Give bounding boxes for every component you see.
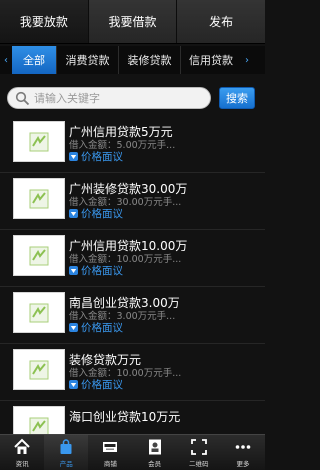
nav-qrcode[interactable]: 二维码 (177, 435, 221, 470)
item-price-label: 价格面议 (81, 322, 123, 334)
search-box[interactable] (7, 87, 211, 109)
item-thumbnail (13, 121, 65, 162)
category-credit-loan[interactable]: 信用贷款 (180, 46, 241, 74)
down-arrow-icon (69, 323, 78, 332)
loan-list: 广州信用贷款5万元 借入金额：5.00万元手... 价格面议 广州装修贷款30.… (0, 116, 265, 434)
item-price: 价格面议 (69, 149, 123, 164)
home-icon (13, 438, 31, 456)
list-item[interactable]: 广州装修贷款30.00万 借入金额：30.00万元手... 价格面议 (0, 173, 265, 230)
logo-placeholder-icon (29, 303, 49, 322)
category-renovation-loan[interactable]: 装修贷款 (118, 46, 180, 74)
tab-borrow[interactable]: 我要借款 (88, 0, 178, 43)
category-all[interactable]: 全部 (12, 46, 56, 74)
item-price: 价格面议 (69, 377, 123, 392)
search-row: 搜索 (0, 80, 265, 114)
item-title: 海口创业贷款10万元 (69, 410, 181, 424)
item-price-label: 价格面议 (81, 208, 123, 220)
nav-more[interactable]: 更多 (221, 435, 265, 470)
nav-label: 产品 (59, 460, 73, 468)
list-item[interactable]: 南昌创业贷款3.00万 借入金额：3.00万元手... 价格面议 (0, 287, 265, 344)
bottom-nav: 资讯 产品 商铺 会员 二维码 更多 (0, 434, 265, 470)
item-price: 价格面议 (69, 206, 123, 221)
list-item[interactable]: 广州信用贷款10.00万 借入金额：10.00万元手... 价格面议 (0, 230, 265, 287)
member-icon (146, 438, 164, 456)
qrcode-icon (190, 438, 208, 456)
item-price: 价格面议 (69, 263, 123, 278)
nav-label: 资讯 (15, 460, 29, 468)
category-consumer-loan[interactable]: 消费贷款 (56, 46, 118, 74)
scroll-left-arrow-icon[interactable]: ‹ (0, 46, 12, 74)
nav-member[interactable]: 会员 (133, 435, 177, 470)
item-thumbnail (13, 406, 65, 434)
down-arrow-icon (69, 152, 78, 161)
tab-lend[interactable]: 我要放款 (0, 0, 89, 43)
shop-icon (101, 438, 119, 456)
nav-label: 二维码 (189, 460, 209, 468)
logo-placeholder-icon (29, 246, 49, 265)
item-thumbnail (13, 292, 65, 333)
logo-placeholder-icon (29, 360, 49, 379)
nav-label: 更多 (236, 460, 250, 468)
nav-news[interactable]: 资讯 (0, 435, 44, 470)
list-item[interactable]: 装修贷款万元 借入金额：10.00万元手... 价格面议 (0, 344, 265, 401)
item-price: 价格面议 (69, 320, 123, 335)
list-item[interactable]: 广州信用贷款5万元 借入金额：5.00万元手... 价格面议 (0, 116, 265, 173)
top-tab-bar: 我要放款 我要借款 发布 (0, 0, 266, 44)
down-arrow-icon (69, 209, 78, 218)
nav-label: 商铺 (103, 460, 117, 468)
tab-publish[interactable]: 发布 (177, 0, 266, 43)
search-icon (15, 91, 30, 106)
product-bag-icon (57, 438, 75, 456)
down-arrow-icon (69, 266, 78, 275)
list-item[interactable]: 海口创业贷款10万元 (0, 401, 265, 434)
item-price-label: 价格面议 (81, 265, 123, 277)
item-price-label: 价格面议 (81, 151, 123, 163)
nav-label: 会员 (148, 460, 162, 468)
item-thumbnail (13, 349, 65, 390)
search-input[interactable] (34, 91, 204, 105)
item-price-label: 价格面议 (81, 379, 123, 391)
category-bar: ‹ 全部 消费贷款 装修贷款 信用贷款 › (0, 46, 265, 74)
nav-shop[interactable]: 商铺 (88, 435, 132, 470)
nav-products[interactable]: 产品 (44, 435, 89, 470)
scroll-right-arrow-icon[interactable]: › (241, 46, 253, 74)
down-arrow-icon (69, 380, 78, 389)
item-thumbnail (13, 178, 65, 219)
more-icon (234, 438, 252, 456)
logo-placeholder-icon (29, 417, 49, 434)
search-button[interactable]: 搜索 (219, 87, 255, 109)
item-thumbnail (13, 235, 65, 276)
logo-placeholder-icon (29, 132, 49, 151)
logo-placeholder-icon (29, 189, 49, 208)
